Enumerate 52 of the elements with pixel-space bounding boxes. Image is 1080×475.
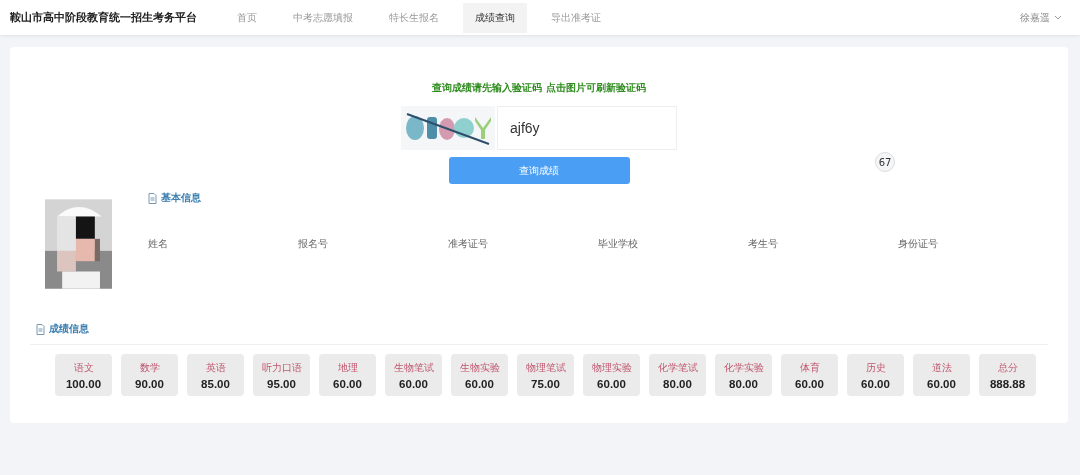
score-value: 90.00 bbox=[135, 377, 164, 390]
subject-label: 历史 bbox=[865, 360, 886, 375]
nav-tab[interactable]: 导出准考证 bbox=[539, 2, 613, 33]
score-value: 60.00 bbox=[333, 377, 362, 390]
chevron-down-icon bbox=[1054, 15, 1062, 20]
subject-label: 生物实验 bbox=[459, 360, 500, 375]
subject-label: 物理实验 bbox=[591, 360, 632, 375]
score-value: 60.00 bbox=[861, 377, 890, 390]
floating-badge: 67 bbox=[875, 152, 895, 172]
nav-tab[interactable]: 成绩查询 bbox=[463, 2, 527, 33]
score-value: 60.00 bbox=[465, 377, 494, 390]
subject-label: 生物笔试 bbox=[393, 360, 434, 375]
field-label: 考生号 bbox=[748, 237, 779, 251]
captcha-input[interactable]: ajf6y bbox=[497, 106, 677, 150]
captcha-prompt: 查询成绩请先输入验证码 点击图片可刷新验证码 bbox=[432, 81, 646, 95]
subject-label: 数学 bbox=[139, 360, 160, 375]
score-value: 60.00 bbox=[597, 377, 626, 390]
score-value: 60.00 bbox=[399, 377, 428, 390]
score-value: 80.00 bbox=[663, 377, 692, 390]
field-label: 毕业学校 bbox=[598, 237, 639, 251]
field-label: 身份证号 bbox=[898, 237, 939, 251]
subject-label: 地理 bbox=[337, 360, 358, 375]
score-value: 95.00 bbox=[267, 377, 296, 390]
score-value: 85.00 bbox=[201, 377, 230, 390]
subject-label: 物理笔试 bbox=[525, 360, 566, 375]
user-menu[interactable]: 徐嘉遥 bbox=[1020, 10, 1062, 25]
subject-label: 语文 bbox=[73, 360, 94, 375]
field-label: 准考证号 bbox=[448, 237, 489, 251]
score-value: 100.00 bbox=[65, 377, 102, 390]
site-title: 鞍山市高中阶段教育统一招生考务平台 bbox=[10, 10, 197, 25]
score-value: 60.00 bbox=[795, 377, 824, 390]
subject-label: 化学笔试 bbox=[657, 360, 698, 375]
nav-tab[interactable]: 首页 bbox=[225, 2, 269, 33]
field-label: 报名号 bbox=[298, 237, 329, 251]
subject-label: 化学实验 bbox=[723, 360, 764, 375]
score-value: 60.00 bbox=[927, 377, 956, 390]
nav-tab[interactable]: 特长生报名 bbox=[377, 2, 451, 33]
section-heading: 成绩信息 bbox=[49, 322, 89, 336]
score-value: 80.00 bbox=[729, 377, 758, 390]
subject-label: 体育 bbox=[799, 360, 820, 375]
document-icon bbox=[148, 192, 157, 204]
score-value: 888.88 bbox=[989, 377, 1026, 390]
section-heading: 基本信息 bbox=[161, 191, 201, 205]
query-button[interactable]: 查询成绩 bbox=[448, 157, 630, 184]
subject-label: 听力口语 bbox=[261, 360, 302, 375]
document-icon bbox=[36, 323, 45, 335]
subject-label: 道法 bbox=[931, 360, 952, 375]
nav-tab[interactable]: 中考志愿填报 bbox=[281, 2, 365, 33]
subject-label: 总分 bbox=[997, 360, 1018, 375]
field-label: 姓名 bbox=[148, 237, 169, 251]
score-value: 75.00 bbox=[531, 377, 560, 390]
subject-label: 英语 bbox=[205, 360, 226, 375]
